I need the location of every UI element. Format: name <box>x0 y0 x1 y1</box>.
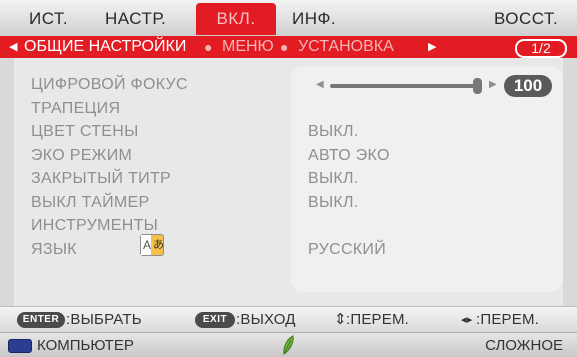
language-icon: A あ <box>140 234 164 256</box>
slider-knob[interactable] <box>473 78 482 94</box>
status-bar: КОМПЬЮТЕР СЛОЖНОЕ <box>0 332 577 357</box>
digital-focus-slider[interactable]: ◀ ▶ 100 <box>314 74 554 98</box>
tab-adjust[interactable]: НАСТР. <box>105 3 166 35</box>
enter-key-icon: ENTER <box>17 312 65 328</box>
setting-tools[interactable]: ИНСТРУМЕНТЫ <box>31 217 158 235</box>
key-hints-bar: ENTER :ВЫБРАТЬ EXIT :ВЫХОД ⇕ :ПЕРЕМ. ◂▸ … <box>0 306 577 333</box>
setting-language[interactable]: ЯЗЫК <box>31 241 77 259</box>
setting-closed-caption[interactable]: ЗАКРЫТЫЙ ТИТР <box>31 170 171 188</box>
off-timer-value[interactable]: ВЫКЛ. <box>308 194 359 212</box>
hint-select: :ВЫБРАТЬ <box>66 311 142 328</box>
hint-move-vertical: :ПЕРЕМ. <box>346 311 410 328</box>
setting-wall-color[interactable]: ЦВЕТ СТЕНЫ <box>31 123 139 141</box>
setting-digital-focus[interactable]: ЦИФРОВОЙ ФОКУС <box>31 76 188 94</box>
eco-mode-value[interactable]: АВТО ЭКО <box>308 147 390 165</box>
wall-color-value[interactable]: ВЫКЛ. <box>308 123 359 141</box>
setting-keystone[interactable]: ТРАПЕЦИЯ <box>31 100 120 118</box>
subnav-current[interactable]: ОБЩИЕ НАСТРОЙКИ <box>24 36 186 58</box>
eco-leaf-icon <box>283 335 294 355</box>
slider-right-arrow-icon[interactable]: ▶ <box>489 79 497 90</box>
tab-setup[interactable]: ВКЛ. <box>196 3 276 35</box>
digital-focus-value: 100 <box>504 75 552 97</box>
leftright-arrows-icon: ◂▸ <box>461 314 473 326</box>
subnav-separator: ● <box>280 39 289 55</box>
closed-caption-value[interactable]: ВЫКЛ. <box>308 170 359 188</box>
language-value[interactable]: РУССКИЙ <box>308 241 386 259</box>
sub-navigation: ◀ ОБЩИЕ НАСТРОЙКИ ● МЕНЮ ● УСТАНОВКА ▶ 1… <box>0 36 577 58</box>
exit-key-icon: EXIT <box>195 312 235 328</box>
hint-exit: :ВЫХОД <box>236 311 296 328</box>
monitor-icon <box>8 339 32 353</box>
menu-mode: СЛОЖНОЕ <box>485 337 563 354</box>
setting-off-timer[interactable]: ВЫКЛ ТАЙМЕР <box>31 194 150 212</box>
subnav-separator: ● <box>204 39 213 55</box>
subnav-installation[interactable]: УСТАНОВКА <box>298 36 394 58</box>
projector-menu: ИСТ. НАСТР. ВКЛ. ИНФ. ВОССТ. ◀ ОБЩИЕ НАС… <box>0 0 577 357</box>
slider-track[interactable] <box>330 84 482 88</box>
subnav-menu[interactable]: МЕНЮ <box>222 36 274 58</box>
tab-source[interactable]: ИСТ. <box>29 3 68 35</box>
top-tab-bar: ИСТ. НАСТР. ВКЛ. ИНФ. ВОССТ. <box>0 0 577 37</box>
slider-left-arrow-icon[interactable]: ◀ <box>316 79 324 90</box>
input-source: КОМПЬЮТЕР <box>37 337 134 354</box>
page-indicator: 1/2 <box>515 39 567 58</box>
settings-panel: ЦИФРОВОЙ ФОКУС ТРАПЕЦИЯ ЦВЕТ СТЕНЫ ЭКО Р… <box>14 58 563 306</box>
tab-info[interactable]: ИНФ. <box>292 3 336 35</box>
hint-move-horizontal: :ПЕРЕМ. <box>476 311 540 328</box>
tab-reset[interactable]: ВОССТ. <box>494 3 558 35</box>
subnav-left-arrow-icon[interactable]: ◀ <box>9 36 17 58</box>
setting-eco-mode[interactable]: ЭКО РЕЖИМ <box>31 147 132 165</box>
updown-arrows-icon: ⇕ <box>334 311 347 328</box>
subnav-right-arrow-icon[interactable]: ▶ <box>428 36 436 58</box>
